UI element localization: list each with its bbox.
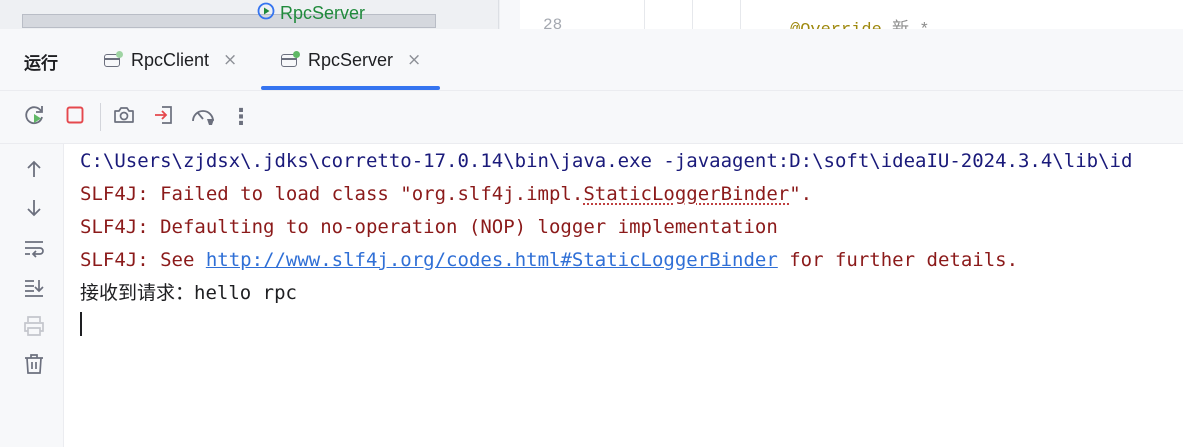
- code-hint: 新 *: [892, 21, 929, 29]
- profiler-button[interactable]: [189, 103, 217, 131]
- log-text: SLF4J: See: [80, 249, 206, 271]
- scroll-to-end-button[interactable]: [20, 275, 48, 303]
- stop-icon: [64, 104, 86, 130]
- tab-label: RpcClient: [131, 49, 210, 70]
- more-options-button[interactable]: ⋮: [227, 103, 255, 131]
- gauge-icon: [190, 103, 216, 131]
- gutter-divider: [692, 0, 693, 29]
- editor-top-strip: RpcServer 28 @Override 新 *: [0, 0, 1183, 29]
- run-panel-title: 运行: [24, 54, 58, 74]
- scroll-to-end-icon: [22, 276, 46, 302]
- run-toolbar: ⋮: [0, 90, 1183, 144]
- text-caret: [80, 312, 82, 336]
- toolbar-separator: [100, 103, 101, 131]
- console-output[interactable]: C:\Users\zjdsx\.jdks\corretto-17.0.14\bi…: [64, 144, 1183, 447]
- close-icon[interactable]: ×: [223, 51, 237, 69]
- log-text: for further details.: [777, 249, 1019, 271]
- soft-wrap-icon: [22, 237, 46, 263]
- arrow-up-icon: [23, 158, 45, 184]
- scroll-up-button[interactable]: [20, 157, 48, 185]
- code-line: @Override 新 *: [790, 14, 929, 29]
- printer-icon: [22, 315, 46, 341]
- close-icon[interactable]: ×: [407, 51, 421, 69]
- exit-icon: [152, 103, 176, 131]
- console-line: SLF4J: See http://www.slf4j.org/codes.ht…: [80, 249, 1018, 271]
- panel-divider: [498, 0, 499, 29]
- tab-label: RpcServer: [308, 49, 394, 70]
- arrow-down-icon: [23, 197, 45, 223]
- rerun-icon: [23, 103, 47, 131]
- tab-rpcclient[interactable]: RpcClient ×: [103, 39, 237, 81]
- exit-button[interactable]: [150, 103, 178, 131]
- stop-button[interactable]: [61, 103, 89, 131]
- console-line: SLF4J: Defaulting to no-operation (NOP) …: [80, 216, 778, 238]
- more-vertical-icon: ⋮: [230, 104, 252, 130]
- clear-all-button[interactable]: [20, 352, 48, 380]
- scroll-down-button[interactable]: [20, 196, 48, 224]
- command-line: C:\Users\zjdsx\.jdks\corretto-17.0.14\bi…: [80, 150, 1133, 172]
- code-annotation: @Override: [790, 21, 882, 29]
- console-line: SLF4J: Failed to load class "org.slf4j.i…: [80, 183, 812, 205]
- dump-threads-button[interactable]: [110, 103, 138, 131]
- trash-icon: [22, 352, 46, 380]
- application-icon: [103, 51, 123, 69]
- horizontal-scrollbar[interactable]: [22, 14, 436, 28]
- tab-rpcserver[interactable]: RpcServer ×: [280, 39, 421, 81]
- run-panel-header: 运行 RpcClient × RpcServer ×: [0, 29, 1183, 90]
- application-icon: [280, 51, 300, 69]
- class-reference[interactable]: StaticLoggerBinder: [583, 183, 789, 205]
- console-sidebar: [0, 144, 64, 447]
- log-text: ".: [789, 183, 813, 205]
- soft-wrap-button[interactable]: [20, 236, 48, 264]
- rerun-button[interactable]: [21, 103, 49, 131]
- gutter-divider: [740, 0, 741, 29]
- run-config-item[interactable]: RpcServer: [256, 2, 365, 24]
- gutter-divider: [644, 0, 645, 29]
- output-label: 接收到请求：: [80, 282, 195, 304]
- log-text: SLF4J: Failed to load class "org.slf4j.i…: [80, 183, 584, 205]
- print-button[interactable]: [20, 314, 48, 342]
- run-config-label: RpcServer: [280, 2, 366, 23]
- slf4j-doc-link[interactable]: http://www.slf4j.org/codes.html#StaticLo…: [206, 249, 778, 271]
- output-value: hello rpc: [194, 282, 297, 304]
- run-config-icon: [256, 1, 276, 26]
- console-line: 接收到请求：hello rpc: [80, 282, 297, 304]
- line-number: 28: [543, 16, 563, 29]
- camera-icon: [112, 103, 136, 131]
